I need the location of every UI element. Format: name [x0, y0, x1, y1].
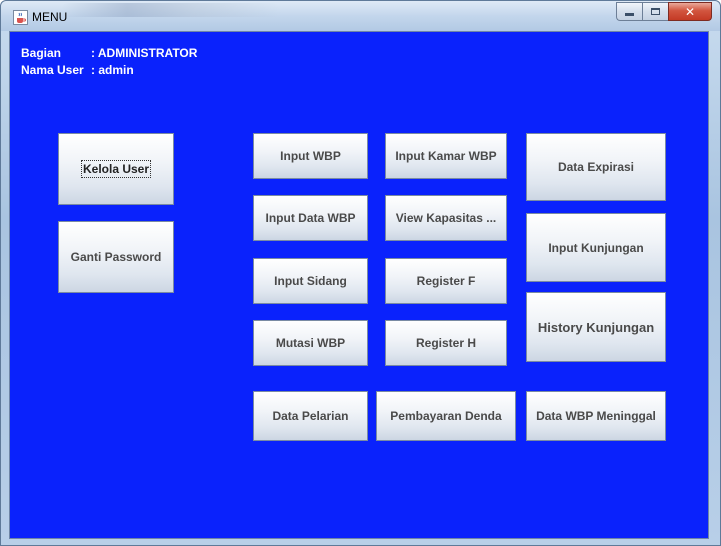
- register-f-button[interactable]: Register F: [385, 258, 507, 304]
- bagian-value: : ADMINISTRATOR: [91, 46, 198, 60]
- ganti-password-label: Ganti Password: [70, 250, 162, 264]
- input-kamar-wbp-label: Input Kamar WBP: [395, 149, 497, 163]
- user-label: Nama User: [21, 63, 84, 77]
- input-data-wbp-button[interactable]: Input Data WBP: [253, 195, 368, 241]
- pembayaran-denda-button[interactable]: Pembayaran Denda: [376, 391, 516, 441]
- minimize-button[interactable]: [616, 2, 642, 21]
- close-button[interactable]: ✕: [668, 2, 712, 21]
- input-sidang-label: Input Sidang: [274, 274, 347, 288]
- input-wbp-button[interactable]: Input WBP: [253, 133, 368, 179]
- menu-panel: Bagian : ADMINISTRATOR Nama User : admin K…: [9, 31, 709, 539]
- input-kunjungan-button[interactable]: Input Kunjungan: [526, 213, 666, 282]
- kelola-user-label: Kelola User: [80, 160, 152, 178]
- data-pelarian-button[interactable]: Data Pelarian: [253, 391, 368, 441]
- bagian-row: Bagian : ADMINISTRATOR: [21, 46, 197, 60]
- user-value: : admin: [91, 63, 134, 77]
- view-kapasitas-label: View Kapasitas ...: [395, 211, 497, 225]
- title-bar[interactable]: MENU ✕: [1, 1, 720, 31]
- menu-window: MENU ✕ Bagian : ADMINISTRATOR Nama User : …: [0, 0, 721, 546]
- pembayaran-denda-label: Pembayaran Denda: [390, 409, 502, 423]
- java-cup-icon[interactable]: [13, 10, 28, 25]
- data-wbp-meninggal-label: Data WBP Meninggal: [536, 409, 656, 423]
- title-bar-blur: [61, 3, 281, 17]
- input-sidang-button[interactable]: Input Sidang: [253, 258, 368, 304]
- data-expirasi-label: Data Expirasi: [557, 160, 635, 174]
- input-wbp-label: Input WBP: [280, 149, 341, 163]
- kelola-user-button[interactable]: Kelola User: [58, 133, 174, 205]
- minimize-icon: [625, 12, 634, 16]
- data-wbp-meninggal-button[interactable]: Data WBP Meninggal: [526, 391, 666, 441]
- register-f-label: Register F: [416, 274, 476, 288]
- maximize-icon: [651, 8, 660, 15]
- mutasi-wbp-button[interactable]: Mutasi WBP: [253, 320, 368, 366]
- input-data-wbp-label: Input Data WBP: [265, 211, 356, 225]
- maximize-button[interactable]: [642, 2, 668, 21]
- bagian-label: Bagian: [21, 46, 62, 60]
- input-kamar-wbp-button[interactable]: Input Kamar WBP: [385, 133, 507, 179]
- close-icon: ✕: [684, 4, 696, 19]
- data-expirasi-button[interactable]: Data Expirasi: [526, 133, 666, 201]
- data-pelarian-label: Data Pelarian: [272, 409, 349, 423]
- user-row: Nama User : admin: [21, 63, 134, 77]
- history-kunjungan-button[interactable]: History Kunjungan: [526, 292, 666, 362]
- window-title: MENU: [32, 10, 68, 24]
- register-h-button[interactable]: Register H: [385, 320, 507, 366]
- history-kunjungan-label: History Kunjungan: [537, 319, 655, 335]
- register-h-label: Register H: [415, 336, 477, 350]
- ganti-password-button[interactable]: Ganti Password: [58, 221, 174, 293]
- window-controls: ✕: [616, 2, 712, 21]
- view-kapasitas-button[interactable]: View Kapasitas ...: [385, 195, 507, 241]
- input-kunjungan-label: Input Kunjungan: [548, 240, 644, 255]
- mutasi-wbp-label: Mutasi WBP: [275, 336, 346, 350]
